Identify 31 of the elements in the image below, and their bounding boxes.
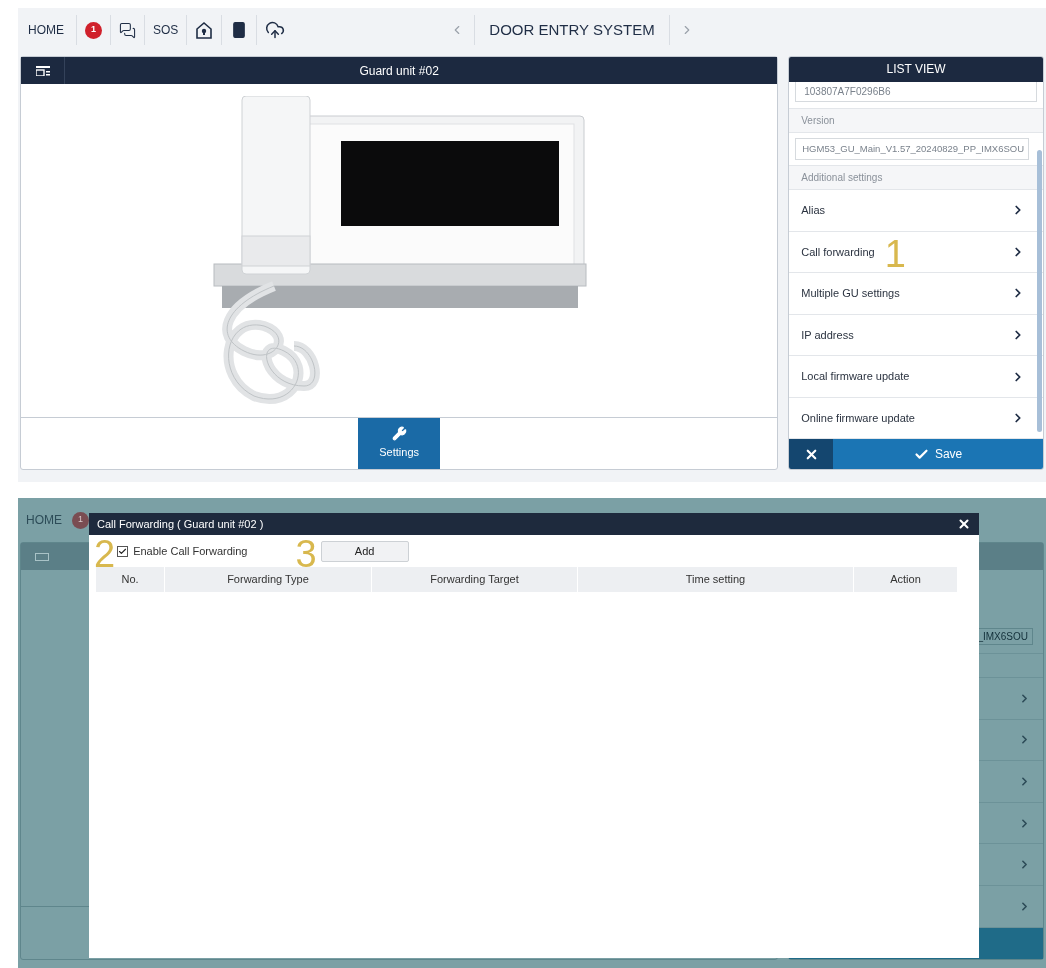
- cloud-upload-icon[interactable]: [265, 20, 286, 40]
- callout-number: 1: [884, 232, 906, 275]
- notification-badge: 1: [72, 511, 89, 529]
- notification-badge[interactable]: 1: [85, 21, 102, 39]
- sos-button[interactable]: SOS: [153, 21, 179, 39]
- column-header: No.: [96, 567, 165, 592]
- list-toggle-icon[interactable]: [35, 65, 50, 76]
- wrench-icon: [391, 426, 407, 442]
- messages-icon[interactable]: [119, 21, 136, 39]
- field-label: Version: [801, 113, 835, 128]
- add-button[interactable]: Add: [320, 540, 409, 562]
- home-link[interactable]: HOME: [24, 21, 68, 39]
- version-field[interactable]: HGM53_GU_Main_V1.57_20240829_PP_IMX6SOU: [795, 137, 1029, 160]
- id-field[interactable]: 103807A7F0296B6: [795, 81, 1037, 102]
- dialog-title: Call Forwarding ( Guard unit #02 ): [97, 516, 264, 532]
- section-label: Additional settings: [801, 170, 883, 185]
- close-icon[interactable]: [957, 517, 971, 531]
- column-header: Forwarding Target: [372, 567, 578, 592]
- cancel-button[interactable]: [789, 439, 834, 469]
- column-header: Action: [854, 567, 957, 592]
- panel-title: LIST VIEW: [886, 61, 946, 79]
- panel-title: Guard unit #02: [358, 62, 440, 80]
- settings-button[interactable]: Settings: [358, 418, 441, 469]
- list-toggle-icon: [35, 552, 49, 561]
- enable-checkbox[interactable]: [117, 545, 129, 557]
- column-header: Forwarding Type: [165, 567, 372, 592]
- save-button[interactable]: Save: [833, 439, 1043, 469]
- column-header: Time setting: [578, 567, 854, 592]
- house-icon[interactable]: [195, 20, 214, 40]
- checkbox-label: Enable Call Forwarding: [133, 543, 248, 559]
- page-title: DOOR ENTRY SYSTEM: [488, 19, 656, 40]
